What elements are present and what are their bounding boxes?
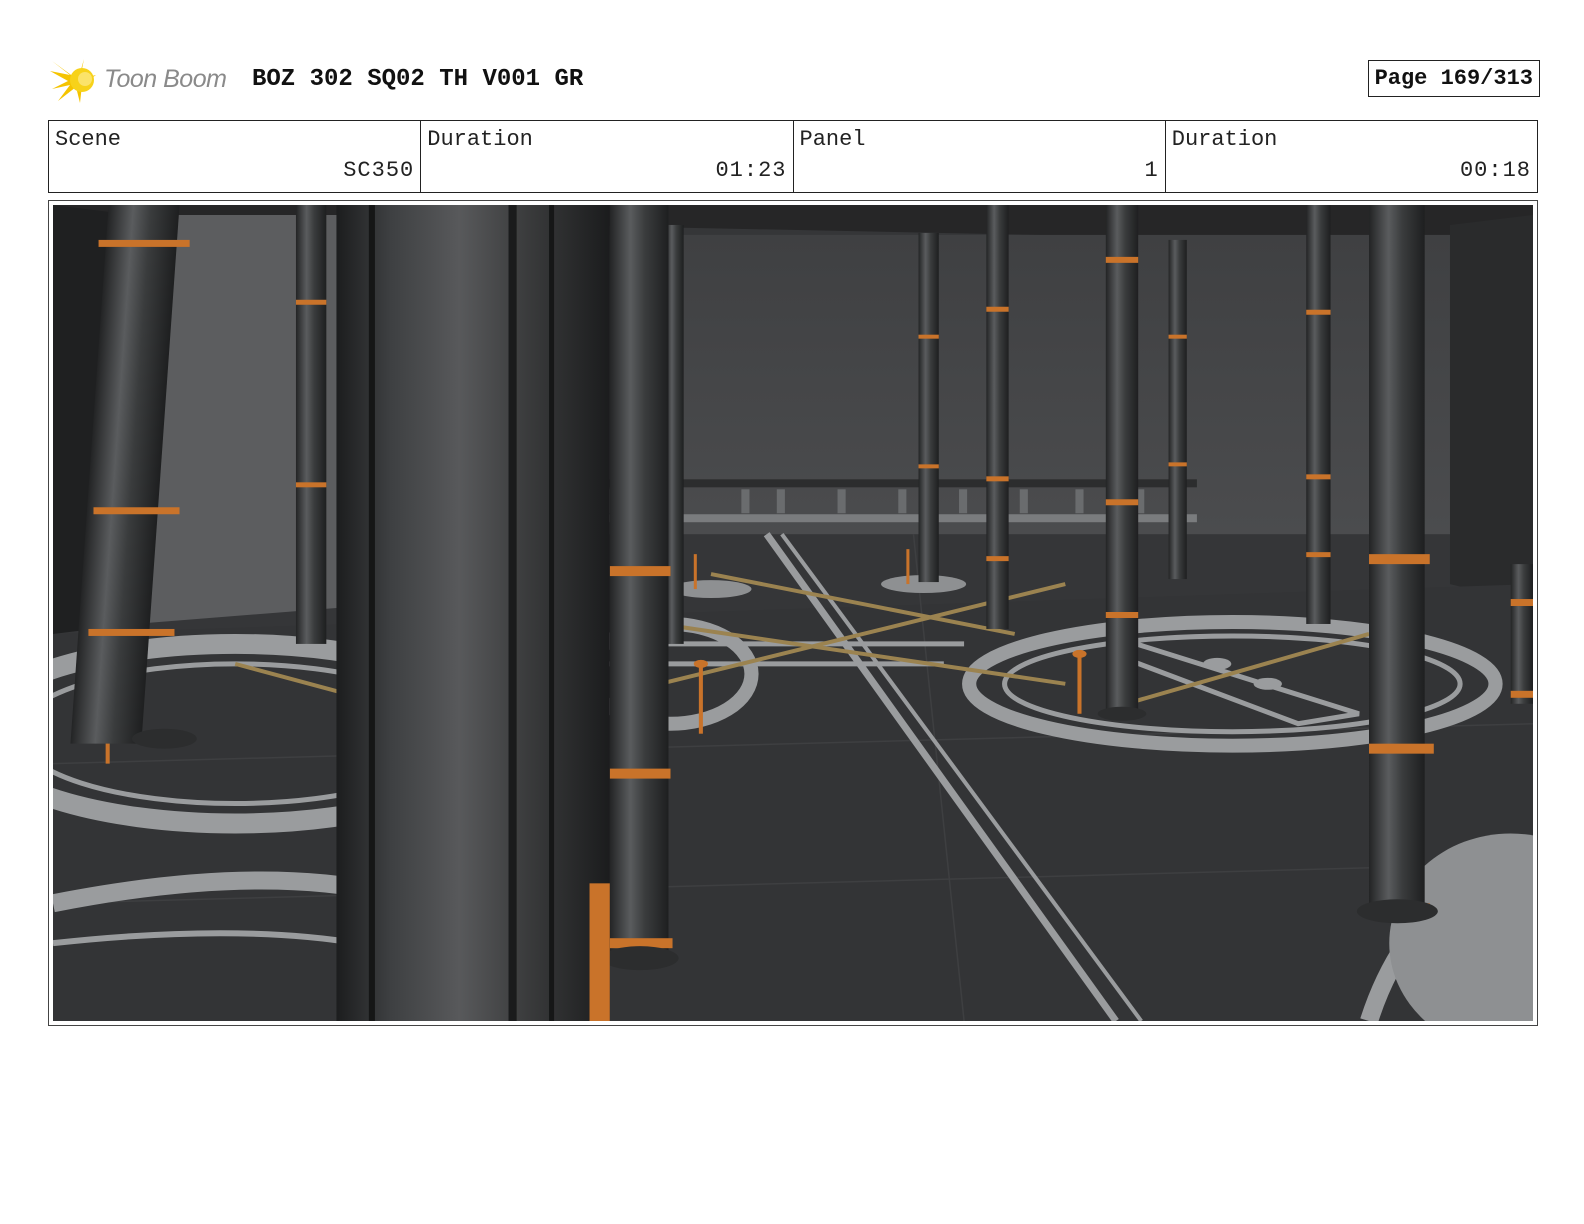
scene-cell: Scene SC350	[49, 121, 422, 192]
storyboard-header: Toon Boom BOZ 302 SQ02 TH V001 GR Page 1…	[50, 55, 1540, 105]
logo-text: Toon Boom	[104, 65, 227, 93]
storyboard-panel	[48, 200, 1538, 1026]
panel-label: Panel	[799, 127, 866, 152]
scene-label: Scene	[55, 127, 122, 152]
panel-duration-value: 00:18	[1459, 158, 1531, 183]
page-number: Page 169/313	[1367, 60, 1540, 97]
toon-boom-star-icon	[50, 59, 96, 103]
panel-image	[53, 205, 1533, 1021]
project-title: BOZ 302 SQ02 TH V001 GR	[252, 66, 584, 93]
scene-value: SC350	[343, 158, 415, 183]
panel-duration-label: Duration	[1171, 127, 1278, 152]
panel-value: 1	[1144, 158, 1159, 183]
scene-info-table: Scene SC350 Duration 01:23 Panel 1 Durat…	[48, 120, 1538, 193]
scene-duration-value: 01:23	[715, 158, 787, 183]
scene-duration-label: Duration	[427, 127, 533, 152]
toon-boom-logo: Toon Boom	[50, 55, 245, 105]
panel-duration-cell: Duration 00:18	[1166, 121, 1537, 192]
panel-cell: Panel 1	[794, 121, 1166, 192]
column-foreground	[336, 205, 610, 1021]
panel-render-3d-hall	[53, 205, 1533, 1021]
scene-duration-cell: Duration 01:23	[421, 121, 794, 192]
